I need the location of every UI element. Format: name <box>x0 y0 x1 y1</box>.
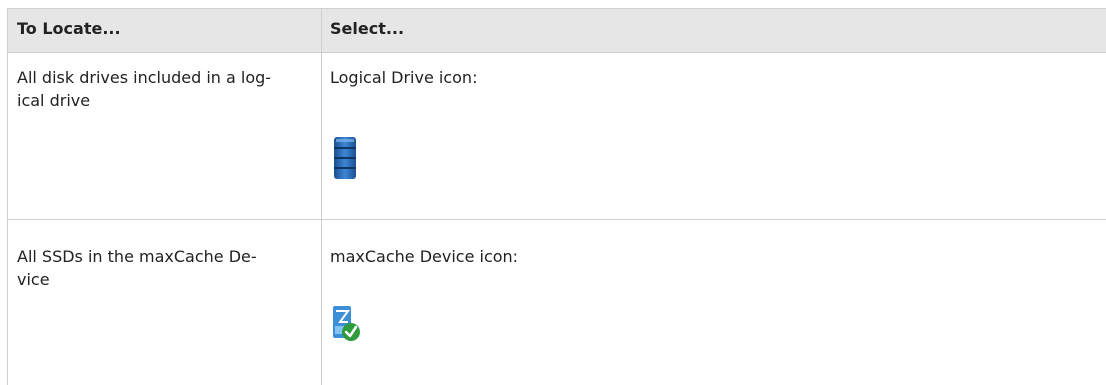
row-2-locate-line-2: vice <box>17 270 50 289</box>
table-border-top <box>7 8 1106 9</box>
table-row-1-locate: All disk drives included in a log- ical … <box>17 66 307 112</box>
row-1-locate-line-2: ical drive <box>17 91 91 110</box>
maxcache-device-icon <box>331 302 361 348</box>
header-select: Select... <box>330 19 405 38</box>
row-2-select-text: maxCache Device icon: <box>330 247 519 266</box>
header-to-locate: To Locate... <box>17 19 121 38</box>
column-divider <box>321 8 322 385</box>
row-2-locate-line-1: All SSDs in the maxCache De- <box>17 247 257 266</box>
locate-select-table: To Locate... Select... All disk drives i… <box>0 0 1106 385</box>
header-divider <box>7 52 1106 53</box>
logical-drive-icon <box>332 135 358 185</box>
row-1-locate-line-1: All disk drives included in a log- <box>17 68 272 87</box>
row-1-select-text: Logical Drive icon: <box>330 68 478 87</box>
row-divider <box>7 219 1106 220</box>
table-border-left <box>7 8 8 385</box>
table-row-2-locate: All SSDs in the maxCache De- vice <box>17 245 307 291</box>
